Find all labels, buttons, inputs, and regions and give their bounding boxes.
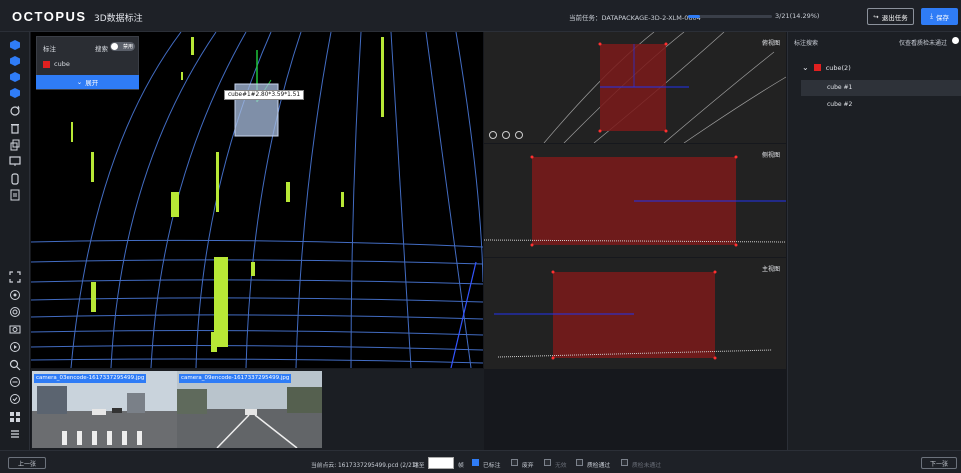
checklist-icon[interactable] [8, 392, 22, 406]
cube-group[interactable]: ⌄ cube(2) [802, 63, 851, 72]
label-item-text: cube [54, 60, 70, 68]
annotated-label: 已标注 [483, 463, 501, 469]
left-toolbar [0, 32, 30, 450]
side-view-panel[interactable]: 侧视图 [484, 144, 786, 257]
expand-button[interactable]: ⌄ 展开 [36, 75, 139, 89]
camera-thumbnail-1[interactable]: camera_03encode-1617337295499.jpg [32, 371, 177, 448]
qc-failed-filter-label: 仅查看质检未通过 [898, 40, 947, 47]
qc-passed-label: 质检通过 [587, 463, 611, 469]
front-view-canvas[interactable] [484, 258, 786, 369]
side-view-title: 侧视图 [761, 152, 780, 159]
copy-icon[interactable] [8, 138, 22, 152]
prev-button[interactable]: 上一张 [8, 457, 46, 469]
task-progress-text: 3/21(14.29%) [775, 12, 820, 20]
search-toggle-label: 搜索 [95, 45, 108, 53]
task-progress-fill [688, 15, 700, 18]
rotate-icon[interactable] [8, 104, 22, 118]
camera-thumbnails: camera_03encode-1617337295499.jpg camera… [31, 369, 484, 450]
scan-icon[interactable] [8, 270, 22, 284]
top-view-canvas[interactable] [484, 32, 786, 143]
annotation-item-cube-2[interactable]: cube #2 [801, 97, 961, 113]
goto-label: 跳至 [413, 463, 425, 469]
current-task: 当前任务：DATAPACKAGE-3D-2-XLM-0604 [569, 14, 701, 22]
save-button[interactable]: ⤓ 保存 [921, 8, 958, 25]
chevron-down-icon: ⌄ [76, 78, 83, 86]
exit-task-button[interactable]: ↪ 退出任务 [867, 8, 914, 25]
annotation-search-panel: 标注搜索 仅查看质检未通过 ⌄ cube(2) cube #1 cube #2 [787, 32, 961, 450]
frame-label: 帧 [458, 463, 464, 469]
search-toggle[interactable]: 禁用 [110, 42, 135, 51]
expand-label: 展开 [85, 79, 99, 87]
task-progress-bar [688, 15, 772, 18]
brush-icon[interactable] [8, 172, 22, 186]
brand-logo: OCTOPUS [12, 9, 87, 24]
side-view-canvas[interactable] [484, 144, 786, 257]
toggle-label: 禁用 [122, 44, 133, 50]
cube-icon[interactable] [8, 38, 22, 52]
annotation-search-title: 标注搜索 [794, 40, 819, 47]
qc-failed-filter-radio[interactable] [952, 37, 959, 44]
cube-icon[interactable] [8, 86, 22, 100]
save-icon: ⤓ [930, 12, 933, 20]
search-icon[interactable] [8, 358, 22, 372]
toggle-knob [111, 43, 118, 50]
monitor-icon[interactable] [8, 154, 22, 168]
focus-icon[interactable] [8, 288, 22, 302]
camera-thumbnail-2[interactable]: camera_09encode-1617337295499.jpg [177, 371, 322, 448]
cube-icon[interactable] [8, 54, 22, 68]
label-panel-title: 标注 [43, 45, 56, 53]
qc-passed-checkbox[interactable] [576, 459, 583, 466]
annotated-checkbox[interactable] [472, 459, 479, 466]
annotation-item-cube-1[interactable]: cube #1 [801, 80, 961, 96]
color-swatch [43, 60, 50, 68]
label-item-cube[interactable]: cube [43, 60, 70, 68]
empty-area [484, 369, 786, 450]
cube-icon[interactable] [8, 70, 22, 84]
qc-failed-label: 质检未通过 [632, 463, 661, 469]
top-bar: OCTOPUS 3D数据标注 当前任务：DATAPACKAGE-3D-2-XLM… [0, 0, 961, 32]
camera-thumbnail-caption: camera_03encode-1617337295499.jpg [34, 374, 147, 383]
invalid-checkbox[interactable] [544, 459, 551, 466]
invalid-label: 无效 [555, 463, 567, 469]
cube-group-label: cube(2) [825, 63, 851, 72]
cube-tooltip: cube#1#2.80*3.59*1.51 [224, 90, 305, 100]
front-view-title: 主视图 [761, 266, 780, 273]
exit-icon: ↪ [873, 12, 879, 21]
camera-thumbnail-caption: camera_09encode-1617337295499.jpg [179, 374, 292, 383]
discard-label: 废弃 [522, 463, 534, 469]
grid-icon[interactable] [8, 410, 22, 424]
top-view-panel[interactable]: 俯视图 [484, 32, 786, 143]
current-pointcloud-status: 当前点云: 1617337295499.pcd (2/21) [311, 463, 418, 469]
settings-icon[interactable] [8, 305, 22, 319]
top-view-title: 俯视图 [761, 40, 780, 47]
camera-icon[interactable] [8, 322, 22, 336]
record-icon[interactable] [8, 340, 22, 354]
qc-failed-checkbox[interactable] [621, 459, 628, 466]
next-button[interactable]: 下一张 [921, 457, 957, 469]
delete-icon[interactable] [8, 121, 22, 135]
save-label: 保存 [935, 13, 949, 22]
circle-icon[interactable] [8, 375, 22, 389]
app-subtitle: 3D数据标注 [94, 14, 143, 24]
file-icon[interactable] [8, 188, 22, 202]
cube-color-swatch [813, 64, 821, 71]
exit-task-label: 退出任务 [881, 13, 908, 22]
discard-checkbox[interactable] [511, 459, 518, 466]
list-icon[interactable] [8, 427, 22, 441]
bottom-bar: 上一张 当前点云: 1617337295499.pcd (2/21) 跳至 帧 … [0, 450, 961, 473]
goto-frame-input[interactable] [428, 457, 454, 469]
front-view-panel[interactable]: 主视图 [484, 258, 786, 369]
chevron-down-icon: ⌄ [802, 63, 809, 72]
